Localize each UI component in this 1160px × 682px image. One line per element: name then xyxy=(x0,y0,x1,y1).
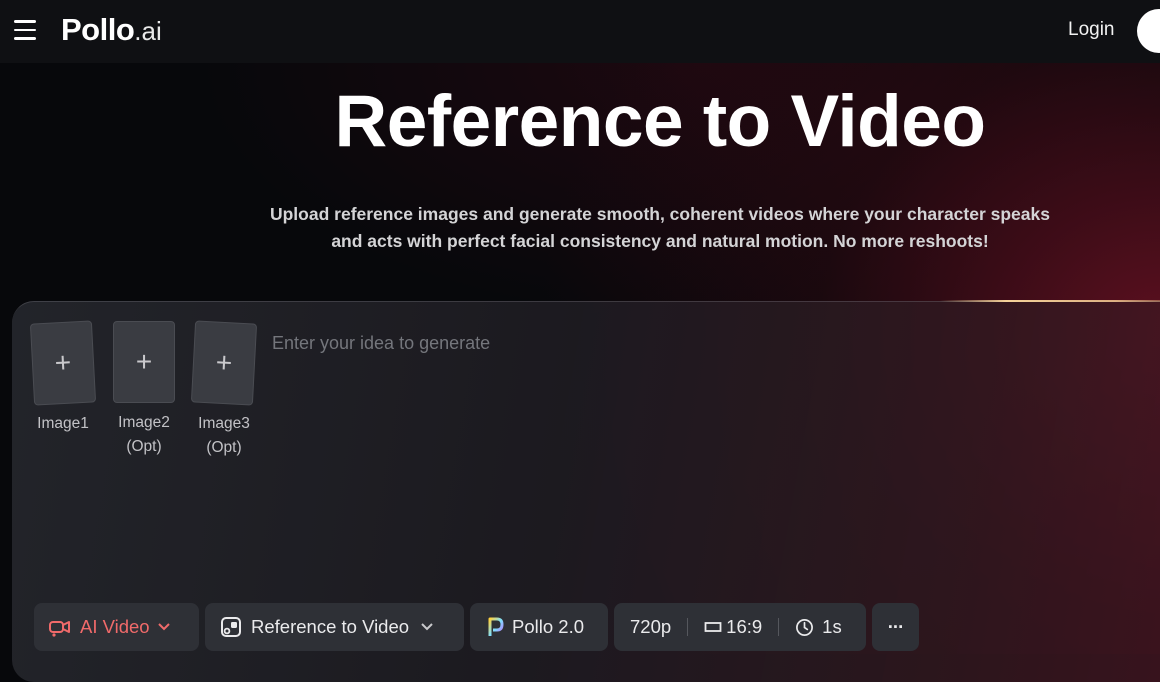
resolution-value: 720p xyxy=(630,616,672,637)
type-label: Reference to Video xyxy=(251,616,410,637)
aspect-ratio-value: 16:9 xyxy=(726,616,763,637)
subtitle-line-2: and acts with perfect facial consistency… xyxy=(331,231,989,251)
clock-icon xyxy=(796,618,814,636)
reference-to-video-dropdown[interactable]: Reference to Video xyxy=(205,603,464,651)
plus-icon[interactable]: + xyxy=(190,320,258,406)
panel-edge-glow xyxy=(940,300,1160,302)
top-header: Pollo .ai Login xyxy=(0,0,1160,63)
logo-sub-text: .ai xyxy=(134,16,162,46)
upload-slot-label: Image3 (Opt) xyxy=(189,412,259,460)
login-button[interactable]: Login xyxy=(1068,19,1115,41)
upload-slot-image3[interactable]: + Image3 (Opt) xyxy=(189,320,259,460)
video-settings-button[interactable]: 720p 16:9 1s xyxy=(614,603,866,651)
more-options-button[interactable]: ··· xyxy=(872,603,919,651)
upload-slot-label: Image1 xyxy=(37,415,89,432)
ai-video-mode-dropdown[interactable]: AI Video xyxy=(34,603,199,651)
page-title: Reference to Video xyxy=(334,81,986,162)
page-subtitle: Upload reference images and generate smo… xyxy=(220,201,1100,255)
prompt-input[interactable] xyxy=(270,327,1134,359)
mode-label: AI Video xyxy=(80,616,150,637)
hamburger-menu-icon[interactable] xyxy=(14,20,38,40)
reference-frame-icon xyxy=(221,617,241,637)
chevron-down-icon xyxy=(157,623,170,631)
model-label: Pollo 2.0 xyxy=(512,616,584,637)
upload-slot-label: Image2 (Opt) xyxy=(109,411,179,459)
aspect-ratio-icon xyxy=(704,622,722,632)
divider xyxy=(687,618,689,636)
upload-slot-title: Image2 xyxy=(118,414,170,431)
chevron-down-icon xyxy=(421,623,433,631)
upload-slot-title: Image3 xyxy=(198,415,250,432)
duration-value: 1s xyxy=(822,616,842,637)
more-dots-icon: ··· xyxy=(887,616,905,637)
plus-icon[interactable]: + xyxy=(29,320,97,406)
subtitle-line-1: Upload reference images and generate smo… xyxy=(269,204,1050,224)
pollo-logo[interactable]: Pollo .ai xyxy=(61,12,162,48)
upload-slot-optional: (Opt) xyxy=(206,439,242,456)
upload-slot-optional: (Opt) xyxy=(126,438,162,455)
plus-icon[interactable]: + xyxy=(113,321,175,403)
model-selector-button[interactable]: Pollo 2.0 xyxy=(470,603,608,651)
video-camera-icon xyxy=(49,621,70,637)
upload-slot-image2[interactable]: + Image2 (Opt) xyxy=(109,321,179,459)
divider xyxy=(778,618,780,636)
upload-slot-image1[interactable]: + Image1 xyxy=(28,320,98,436)
logo-main-text: Pollo xyxy=(61,12,135,47)
signup-button[interactable] xyxy=(1137,9,1160,53)
pollo-model-icon xyxy=(488,617,504,636)
